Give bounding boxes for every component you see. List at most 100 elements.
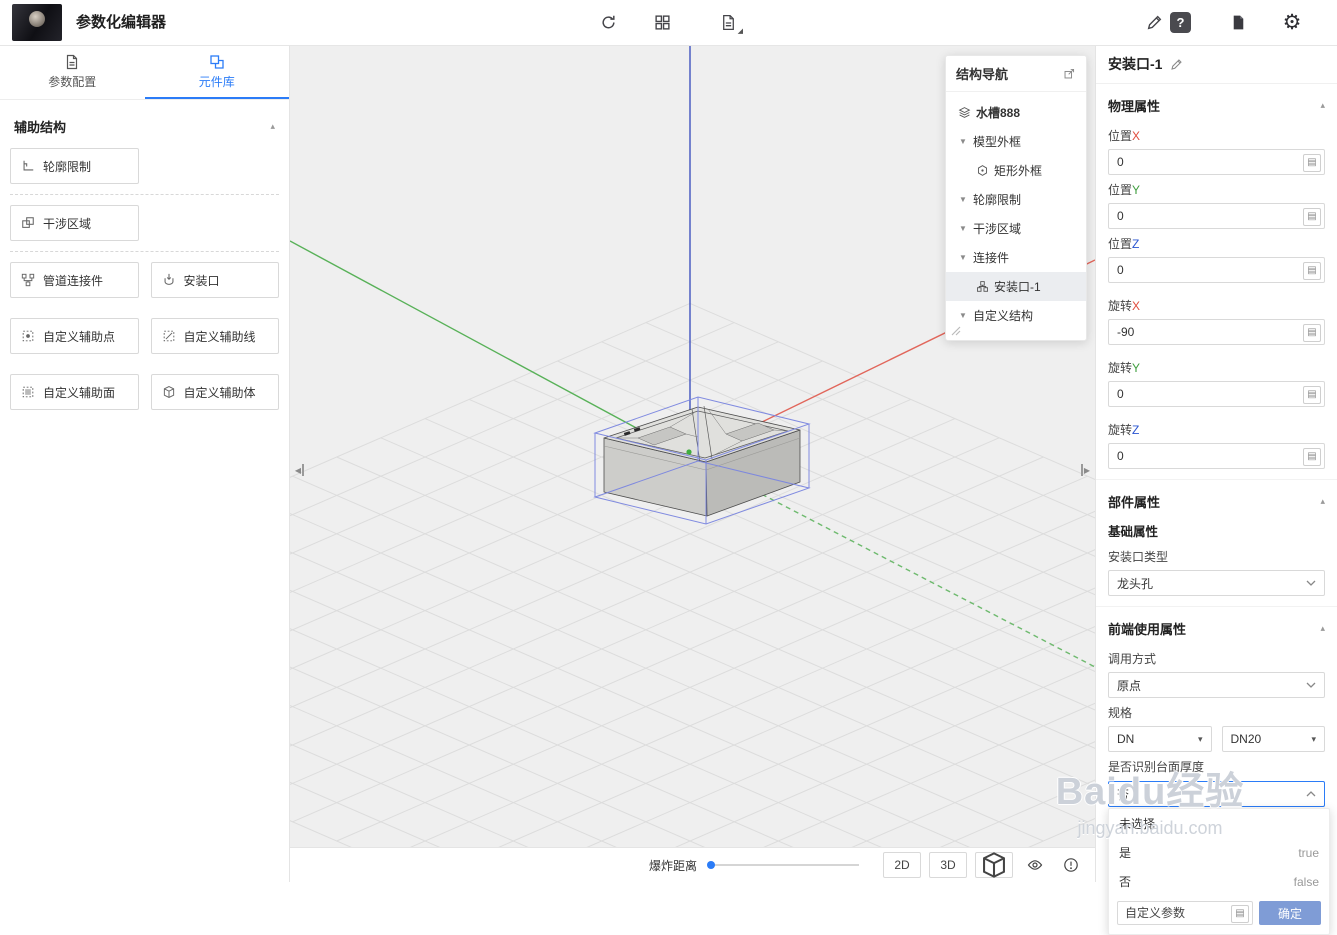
position-y-input[interactable] — [1108, 203, 1325, 229]
formula-icon[interactable]: ▤ — [1303, 154, 1321, 172]
axis-y-line — [290, 240, 691, 458]
collapse-icon: ▴ — [270, 121, 275, 131]
export-doc-icon[interactable]: ◢ — [712, 0, 744, 45]
aux-line-icon — [163, 330, 174, 342]
position-y-field: 位置Y ▤ — [1108, 181, 1325, 229]
custom-aux-body-button[interactable]: 自定义辅助体 — [150, 374, 279, 410]
view-2d-button[interactable]: 2D — [883, 852, 921, 878]
basic-props-header: 基础属性 — [1108, 525, 1159, 539]
properties-panel: 安装口-1 物理属性 ▴ 位置X ▤ 位置Y ▤ 位置Z ▤ 旋转X ▤ 旋转Y… — [1095, 45, 1337, 935]
viewport-bottom-bar: 爆炸距离 2D 3D — [290, 847, 1095, 882]
formula-icon[interactable]: ▤ — [1303, 262, 1321, 280]
chevron-down-icon — [1306, 682, 1316, 688]
custom-param-box: ▤ — [1117, 901, 1253, 925]
install-port-icon — [164, 273, 173, 285]
formula-icon[interactable]: ▤ — [1303, 208, 1321, 226]
expand-caret-icon[interactable]: ▼ — [958, 137, 968, 146]
custom-aux-point-button[interactable]: 自定义辅助点 — [10, 318, 139, 354]
contour-limit-button[interactable]: 轮廓限制 — [10, 148, 139, 184]
visibility-button[interactable] — [1021, 853, 1049, 877]
collapse-right-panel-handle[interactable]: ▶ — [1077, 457, 1093, 483]
chevron-down-icon — [1306, 580, 1316, 586]
collapse-left-panel-handle[interactable]: ◀ — [292, 457, 308, 483]
pipe-connector-button[interactable]: 管道连接件 — [10, 262, 139, 298]
edit-pencil-icon[interactable] — [1138, 0, 1170, 45]
tree-item-interference[interactable]: ▼ 干涉区域 — [946, 214, 1086, 243]
thickness-select[interactable]: 否 — [1108, 781, 1325, 807]
explode-distance-label: 爆炸距离 — [648, 858, 697, 873]
custom-aux-face-button[interactable]: 自定义辅助面 — [10, 374, 139, 410]
settings-gear-icon[interactable]: ⚙ — [1276, 0, 1308, 45]
expand-caret-icon[interactable]: ▼ — [958, 253, 968, 262]
doc-icon — [67, 54, 78, 70]
contour-icon — [23, 160, 34, 171]
tree-item-install-port-1[interactable]: 安装口-1 — [946, 272, 1086, 301]
connector-icon — [977, 281, 988, 292]
tree-item-sink[interactable]: 水槽888 — [946, 98, 1086, 127]
collapse-icon: ▴ — [1320, 623, 1325, 633]
tree-item-model-frame[interactable]: ▼ 模型外框 — [946, 127, 1086, 156]
spec-field: 规格 DN ▾ DN20 ▾ — [1108, 704, 1325, 752]
port-type-field: 安装口类型 龙头孔 — [1108, 548, 1325, 596]
spec-size-select[interactable]: DN20 ▾ — [1221, 726, 1325, 752]
formula-icon[interactable]: ▤ — [1303, 386, 1321, 404]
left-sidebar: 参数配置 元件库 辅助结构 ▴ 轮廓限制 干涉区域 管道连接件 安装口 自定义辅… — [0, 45, 290, 882]
info-icon — [1064, 858, 1078, 872]
tree-item-custom-structure[interactable]: ▼ 自定义结构 — [946, 301, 1086, 330]
grid-apps-icon[interactable] — [646, 0, 678, 45]
caret-icon: ◢ — [737, 28, 743, 35]
tree-item-rect-frame[interactable]: 矩形外框 — [946, 156, 1086, 185]
rotation-z-input[interactable] — [1108, 443, 1325, 469]
physical-props-header[interactable]: 物理属性 ▴ — [1096, 84, 1337, 121]
position-x-input[interactable] — [1108, 149, 1325, 175]
structure-nav-panel: 结构导航 水槽888 ▼ 模型外框 矩形外框 ▼ 轮廓限制 ▼ 干涉区域 ▼ 连… — [945, 55, 1087, 341]
interference-icon — [22, 217, 34, 228]
port-type-select[interactable]: 龙头孔 — [1108, 570, 1325, 596]
document-icon[interactable] — [1222, 0, 1254, 45]
info-button[interactable] — [1057, 853, 1085, 877]
expand-caret-icon[interactable]: ▼ — [958, 311, 968, 320]
expand-caret-icon[interactable]: ▼ — [958, 224, 968, 233]
cube-view-button[interactable] — [975, 852, 1013, 878]
tab-component-library[interactable]: 元件库 — [144, 45, 290, 99]
sync-icon[interactable] — [592, 0, 624, 45]
eye-icon — [1027, 860, 1043, 870]
thickness-field: 是否识别台面厚度 — [1108, 760, 1205, 774]
rename-pencil-icon[interactable] — [1170, 58, 1183, 71]
tree-item-connector[interactable]: ▼ 连接件 — [946, 243, 1086, 272]
part-props-header[interactable]: 部件属性 ▴ — [1096, 479, 1337, 517]
open-external-icon[interactable] — [1063, 67, 1076, 80]
triangle-down-icon: ▾ — [1311, 733, 1316, 744]
call-method-select[interactable]: 原点 — [1108, 672, 1325, 698]
cube-icon — [983, 852, 1005, 878]
tab-parameter-config[interactable]: 参数配置 — [0, 45, 145, 99]
frontend-props-header[interactable]: 前端使用属性 ▴ — [1096, 606, 1337, 644]
view-3d-button[interactable]: 3D — [929, 852, 967, 878]
install-port-button[interactable]: 安装口 — [150, 262, 279, 298]
dropdown-option-yes[interactable]: 是 true — [1109, 838, 1329, 867]
dropdown-option-unselected[interactable]: 未选择 — [1109, 809, 1329, 838]
position-z-field: 位置Z ▤ — [1108, 235, 1325, 283]
rotation-y-input[interactable] — [1108, 381, 1325, 407]
help-button[interactable]: ? — [1170, 12, 1191, 33]
explode-distance-slider[interactable] — [707, 861, 859, 869]
expand-caret-icon[interactable]: ▼ — [958, 195, 968, 204]
confirm-button[interactable]: 确定 — [1259, 901, 1321, 925]
custom-aux-line-button[interactable]: 自定义辅助线 — [150, 318, 279, 354]
hexagon-icon — [977, 165, 988, 176]
thickness-dropdown: 未选择 是 true 否 false ▤ 确定 — [1108, 808, 1330, 935]
formula-icon[interactable]: ▤ — [1303, 324, 1321, 342]
component-icon — [210, 55, 224, 69]
app-logo — [12, 4, 62, 41]
interference-area-button[interactable]: 干涉区域 — [10, 205, 139, 241]
aux-face-icon — [22, 386, 34, 398]
slider-thumb[interactable] — [707, 861, 715, 869]
position-z-input[interactable] — [1108, 257, 1325, 283]
rotation-x-input[interactable] — [1108, 319, 1325, 345]
formula-icon[interactable]: ▤ — [1231, 905, 1249, 923]
spec-dn-select[interactable]: DN ▾ — [1108, 726, 1212, 752]
resize-handle-icon[interactable] — [950, 325, 962, 337]
tree-item-contour-limit[interactable]: ▼ 轮廓限制 — [946, 185, 1086, 214]
aux-structure-header[interactable]: 辅助结构 ▴ — [0, 100, 289, 148]
formula-icon[interactable]: ▤ — [1303, 448, 1321, 466]
